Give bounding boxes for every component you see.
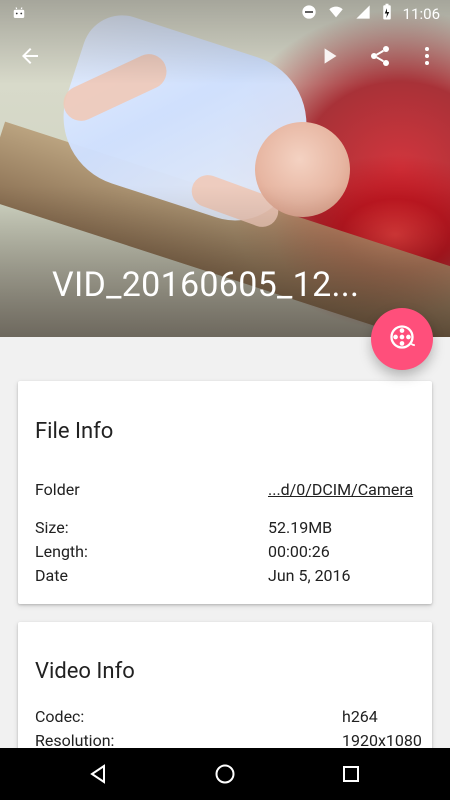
film-reel-button[interactable] xyxy=(371,308,433,370)
share-icon[interactable] xyxy=(362,38,398,74)
navigation-bar xyxy=(0,748,450,800)
length-label: Length: xyxy=(35,542,88,561)
battery-charging-icon xyxy=(381,3,393,25)
wifi-icon xyxy=(327,4,345,24)
status-bar: 11:06 xyxy=(0,0,450,28)
status-left xyxy=(10,3,28,25)
size-label: Size: xyxy=(35,518,69,537)
do-not-disturb-icon xyxy=(301,4,317,24)
toolbar xyxy=(0,28,450,84)
file-info-row-length: Length: 00:00:26 xyxy=(35,542,415,564)
film-reel-icon xyxy=(388,323,416,355)
codec-value: h264 xyxy=(342,707,378,726)
video-info-row-codec: Codec: h264 xyxy=(35,707,415,729)
play-icon[interactable] xyxy=(312,38,348,74)
date-label: Date xyxy=(35,566,68,585)
status-time: 11:06 xyxy=(402,5,440,23)
android-icon xyxy=(10,3,28,25)
nav-home-icon[interactable] xyxy=(213,762,237,786)
status-right: 11:06 xyxy=(301,3,440,25)
codec-label: Codec: xyxy=(35,707,85,726)
nav-back-icon[interactable] xyxy=(86,762,110,786)
video-info-title: Video Info xyxy=(35,659,135,684)
video-info-card: Video Info Codec: h264 Resolution: 1920x… xyxy=(18,622,432,762)
length-value: 00:00:26 xyxy=(268,542,330,561)
nav-recents-icon[interactable] xyxy=(339,762,363,786)
video-title: VID_20160605_12... xyxy=(52,265,360,305)
file-info-row-size: Size: 52.19MB xyxy=(35,518,415,540)
file-info-card: File Info Folder ...d/0/DCIM/Camera Size… xyxy=(18,381,432,604)
size-value: 52.19MB xyxy=(268,518,333,537)
file-info-row-folder: Folder ...d/0/DCIM/Camera xyxy=(35,480,415,502)
folder-path-link[interactable]: ...d/0/DCIM/Camera xyxy=(268,480,413,499)
file-info-row-date: Date Jun 5, 2016 xyxy=(35,566,415,588)
photo-baby-head xyxy=(247,114,358,225)
folder-label: Folder xyxy=(35,480,80,499)
date-value: Jun 5, 2016 xyxy=(268,566,351,585)
back-arrow-icon[interactable] xyxy=(12,38,48,74)
signal-icon xyxy=(355,4,371,24)
photo-baby-arm xyxy=(187,170,283,232)
more-vert-icon[interactable] xyxy=(409,38,445,74)
file-info-title: File Info xyxy=(35,419,114,444)
